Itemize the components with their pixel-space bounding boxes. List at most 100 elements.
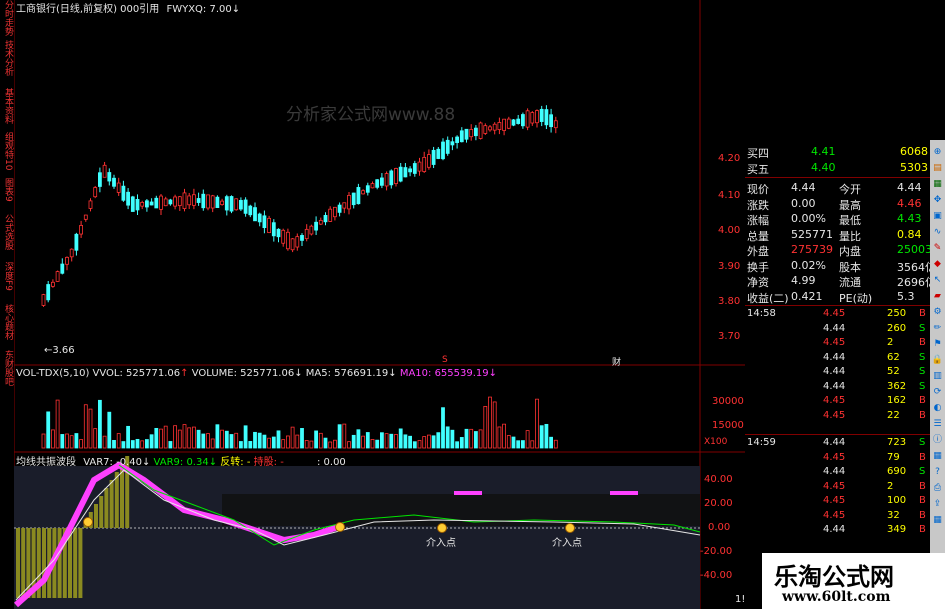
candle xyxy=(187,195,192,206)
quote-value: 0.421 xyxy=(791,289,823,303)
price-tick: 4.00 xyxy=(718,225,741,236)
quote-value: 4.99 xyxy=(791,274,816,287)
tab-technical[interactable]: 技术分析 xyxy=(1,40,13,76)
quote-value: 0.02% xyxy=(791,258,826,272)
sync-icon[interactable]: ⟳ xyxy=(931,386,944,398)
draw-icon[interactable]: ✎ xyxy=(931,242,944,254)
volume-bar xyxy=(459,437,464,449)
kline-chart[interactable] xyxy=(14,0,745,609)
buy5-volume: 5303 xyxy=(900,161,928,174)
tick-side: S xyxy=(919,437,926,448)
volume-bar xyxy=(408,435,413,449)
calc-icon[interactable]: ▦ xyxy=(931,450,944,462)
tick-price: 4.44 xyxy=(823,437,846,448)
ruler-icon[interactable]: ▰ xyxy=(931,290,944,302)
candle xyxy=(177,196,182,206)
candle xyxy=(530,112,535,124)
candle xyxy=(347,194,351,210)
candle xyxy=(379,177,384,186)
arrow-down-icon: ↓ xyxy=(388,368,397,379)
volume-bar xyxy=(140,440,145,449)
volume-bar xyxy=(196,429,201,449)
volume-bar xyxy=(549,436,553,449)
indicator-bar xyxy=(104,488,109,528)
volume-bar xyxy=(379,432,384,449)
flag-icon[interactable]: ⚑ xyxy=(931,338,944,350)
grid2-icon[interactable]: ▦ xyxy=(931,514,944,526)
low-price-marker: ←3.66 xyxy=(44,345,75,356)
quote-row: 净资 4.99 流通 2696亿 xyxy=(745,273,936,289)
candle xyxy=(149,201,154,206)
candle xyxy=(473,127,478,137)
left-tab-bar: 分时走势 技术分析 基本资料 组观特10 图表9 公式选股 深度F9 核心题材 … xyxy=(0,0,15,609)
candle xyxy=(511,119,516,126)
price-tick: 4.20 xyxy=(718,153,741,164)
grid-icon[interactable]: ▦ xyxy=(931,178,944,190)
indicator-bar xyxy=(109,480,114,528)
signal-bar xyxy=(454,491,482,495)
export-icon[interactable]: ⇪ xyxy=(931,498,944,510)
settings-icon[interactable]: ☰ xyxy=(931,418,944,430)
window-icon[interactable]: ▣ xyxy=(931,210,944,222)
tab-fundamentals[interactable]: 基本资料 xyxy=(1,88,13,124)
price-tick: 3.70 xyxy=(718,331,741,342)
quote-row: 现价 4.44 今开 4.44 xyxy=(745,180,930,196)
tab-formula-select[interactable]: 公式选股 xyxy=(1,214,13,250)
candle xyxy=(130,196,135,212)
bookmark-icon[interactable]: ◆ xyxy=(931,258,944,270)
tab-forum[interactable]: 东财股吧 xyxy=(1,350,13,386)
candle xyxy=(102,164,107,178)
tick-row: 4.44 362 S xyxy=(745,381,930,394)
volume-bar xyxy=(126,425,130,449)
layout-icon[interactable]: ▥ xyxy=(931,370,944,382)
volume-bar xyxy=(163,425,168,449)
pan-icon[interactable]: ✥ xyxy=(931,194,944,206)
price-tick: 3.90 xyxy=(718,261,741,272)
tick-side: B xyxy=(919,509,926,521)
tab-intraday[interactable]: 分时走势 xyxy=(1,0,13,36)
tick-price: 4.45 xyxy=(823,451,846,463)
tab-core-theme[interactable]: 核心题材 xyxy=(1,304,13,340)
volume-bar xyxy=(238,441,243,449)
volume-bar xyxy=(492,401,497,449)
volume-bar xyxy=(370,439,375,449)
info-icon[interactable]: ⓘ xyxy=(931,434,944,446)
indicator-name[interactable]: 均线共振波段 xyxy=(16,457,76,468)
quote-row: 收益(二) 0.421 PE(动) 5.3 xyxy=(745,289,930,305)
zoom-icon[interactable]: ⊕ xyxy=(931,146,944,158)
tab-group[interactable]: 组观特10 xyxy=(1,132,13,170)
indicator-icon[interactable]: ∿ xyxy=(931,226,944,238)
tick-price: 4.44 xyxy=(823,322,846,334)
vol-indicator-name[interactable]: VOL-TDX(5,10) xyxy=(16,368,89,379)
volume-bar xyxy=(79,439,83,449)
color-icon[interactable]: ◐ xyxy=(931,402,944,414)
candle xyxy=(267,217,272,233)
candle xyxy=(55,271,60,282)
lock-icon[interactable]: 🔒 xyxy=(931,354,944,366)
smiley-icon xyxy=(437,523,447,533)
candle xyxy=(248,205,253,216)
tick-row: 14:58 4.45 250 B xyxy=(745,308,930,321)
chart-icon[interactable]: ▤ xyxy=(931,162,944,174)
volume-bar xyxy=(502,423,507,449)
cursor-icon[interactable]: ↖ xyxy=(931,274,944,286)
volume-tick: 15000 xyxy=(712,420,744,431)
print-icon[interactable]: ⎙ xyxy=(931,482,944,494)
pen-icon[interactable]: ✏ xyxy=(931,322,944,334)
help-icon[interactable]: ? xyxy=(931,466,944,478)
tab-depth[interactable]: 深度F9 xyxy=(1,262,13,291)
tool-icon[interactable]: ⚙ xyxy=(931,306,944,318)
candle xyxy=(281,229,286,244)
candle xyxy=(398,166,403,182)
volume-bar xyxy=(351,434,356,449)
candle xyxy=(525,110,530,128)
candle xyxy=(539,108,544,122)
volume-bar xyxy=(539,425,544,449)
tab-chart9[interactable]: 图表9 xyxy=(1,178,13,202)
candle xyxy=(206,194,210,209)
quote-row: 总量 525771 量比 0.84 xyxy=(745,227,930,243)
candle xyxy=(88,200,93,209)
candle xyxy=(210,195,215,209)
candle xyxy=(356,187,361,205)
tick-side: S xyxy=(919,380,926,392)
